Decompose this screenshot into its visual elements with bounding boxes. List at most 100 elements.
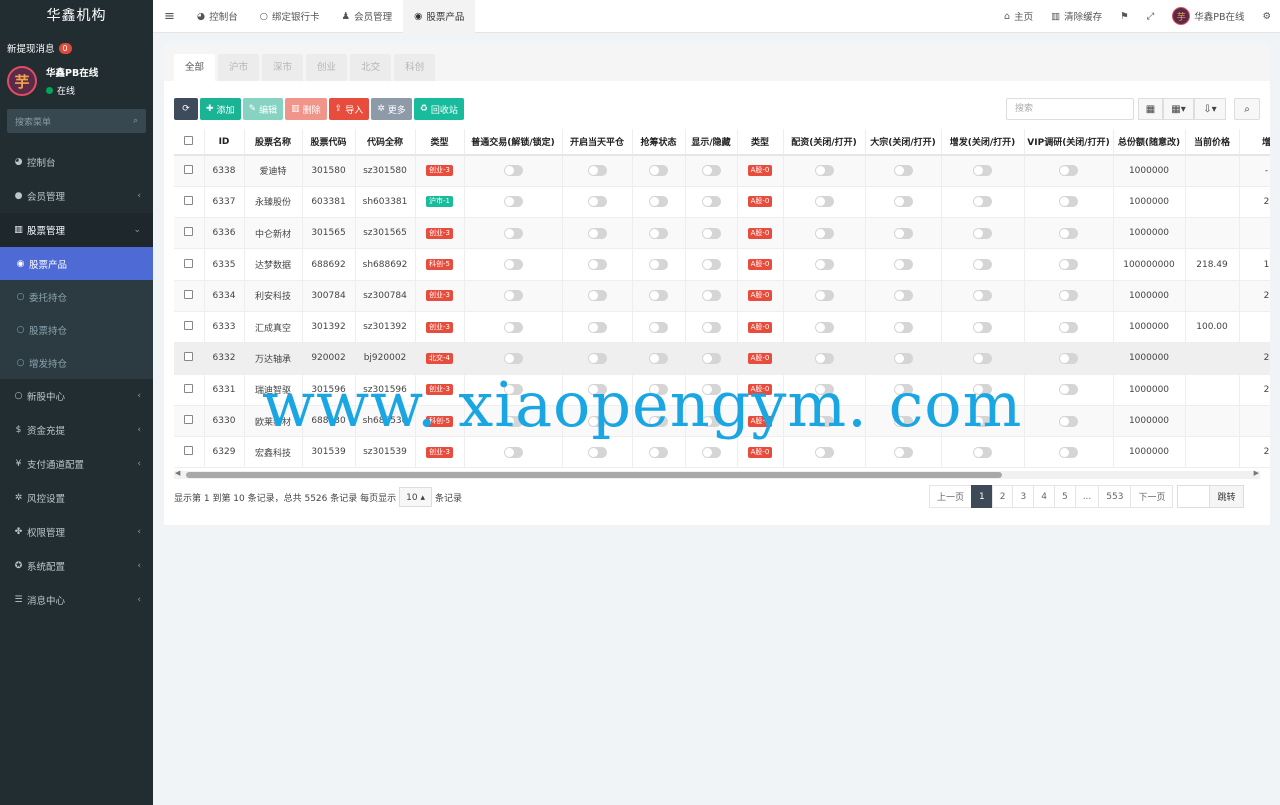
toggle-margin[interactable] — [814, 227, 834, 239]
clear-cache-button[interactable]: ▥ 清除缓存 — [1042, 0, 1111, 33]
column-header[interactable]: 类型 — [737, 129, 784, 156]
sidebar-item-stock-positions[interactable]: ○ 股票持仓 — [0, 313, 153, 346]
toggle-trade-lock[interactable] — [503, 352, 523, 364]
page-jump-button[interactable]: 跳转 — [1209, 485, 1244, 508]
toggle-margin[interactable] — [814, 259, 834, 271]
toggle-same-day-close[interactable] — [587, 290, 607, 302]
toggle-block-trade[interactable] — [893, 321, 913, 333]
sidebar-item-system-config[interactable]: ✪ 系统配置 ‹ — [0, 549, 153, 583]
table-row[interactable]: 6338 爱迪特 301580 sz301580 创业-3 A股-0 1000000 - — [174, 155, 1270, 187]
toggle-vip-research[interactable] — [1059, 352, 1078, 364]
scrollbar-thumb[interactable] — [186, 472, 1002, 478]
toggle-visibility[interactable] — [701, 446, 721, 458]
sidebar-item-messages[interactable]: ☰ 消息中心 ‹ — [0, 583, 153, 617]
page-button[interactable]: 3 — [1012, 485, 1035, 508]
row-checkbox[interactable] — [174, 374, 205, 406]
toggle-same-day-close[interactable] — [587, 446, 607, 458]
sidebar-item-stock-management[interactable]: ▥ 股票管理 ⌄ — [0, 213, 153, 247]
toggle-trade-lock[interactable] — [503, 165, 523, 177]
page-size-select[interactable]: 10 ▴ — [399, 487, 432, 507]
toggle-vip-research[interactable] — [1059, 227, 1078, 239]
search-button[interactable]: ⌕ — [1234, 98, 1260, 120]
sidebar-item-entrust-positions[interactable]: ○ 委托持仓 — [0, 280, 153, 313]
toggle-rush-status[interactable] — [649, 321, 668, 333]
toggle-vip-research[interactable] — [1059, 196, 1078, 208]
toggle-margin[interactable] — [814, 321, 834, 333]
row-checkbox[interactable] — [174, 186, 205, 219]
sidebar-item-permissions[interactable]: ✤ 权限管理 ‹ — [0, 515, 153, 549]
toggle-block-trade[interactable] — [893, 290, 913, 302]
column-header[interactable]: 显示/隐藏 — [685, 129, 738, 156]
toggle-vip-research[interactable] — [1059, 446, 1078, 458]
toggle-block-trade[interactable] — [893, 446, 913, 458]
sidebar-item-ipo-center[interactable]: ○ 新股中心 ‹ — [0, 379, 153, 413]
toggle-visibility[interactable] — [701, 196, 721, 208]
column-header[interactable]: 普通交易(解锁/锁定) — [464, 129, 563, 156]
table-row[interactable]: 6336 中仑新材 301565 sz301565 创业-3 A股-0 1000000 — [174, 217, 1270, 250]
toggle-placement[interactable] — [973, 165, 992, 177]
toggle-block-trade[interactable] — [893, 196, 913, 208]
toggle-same-day-close[interactable] — [587, 227, 607, 239]
toggle-rush-status[interactable] — [649, 352, 668, 364]
sidebar-item-risk-settings[interactable]: ✲ 风控设置 — [0, 481, 153, 515]
toggle-vip-research[interactable] — [1059, 165, 1078, 177]
column-header[interactable]: 抢筹状态 — [632, 129, 686, 156]
column-header[interactable]: 开启当天平仓 — [562, 129, 633, 156]
row-checkbox[interactable] — [174, 342, 205, 375]
column-header[interactable]: 大宗(关闭/打开) — [865, 129, 942, 156]
row-checkbox[interactable] — [174, 311, 205, 344]
column-header[interactable]: 股票名称 — [244, 129, 303, 156]
column-header[interactable]: 类型 — [415, 129, 465, 156]
tab-bind-bank-card[interactable]: ○ 绑定银行卡 — [249, 0, 331, 33]
home-link[interactable]: ⌂ 主页 — [995, 0, 1042, 33]
tab-beijing[interactable]: 北交 — [350, 54, 392, 81]
column-header[interactable]: 增 — [1239, 129, 1270, 156]
toggle-rush-status[interactable] — [649, 165, 668, 177]
toggle-placement[interactable] — [973, 290, 992, 302]
select-all-checkbox[interactable] — [174, 129, 205, 156]
column-header[interactable]: 股票代码 — [302, 129, 356, 156]
toggle-placement[interactable] — [973, 196, 992, 208]
page-button[interactable]: 5 — [1053, 485, 1076, 508]
toggle-same-day-close[interactable] — [587, 165, 607, 177]
toggle-trade-lock[interactable] — [503, 321, 523, 333]
more-button[interactable]: ✲ 更多 — [371, 98, 412, 120]
column-header[interactable]: 增发(关闭/打开) — [941, 129, 1025, 156]
user-menu[interactable]: 芋华鑫PB在线 — [1163, 0, 1253, 33]
toggle-block-trade[interactable] — [893, 165, 913, 177]
withdraw-notice[interactable]: 新提现消息 0 — [0, 33, 153, 59]
column-header[interactable]: 当前价格 — [1185, 129, 1240, 156]
toggle-same-day-close[interactable] — [587, 259, 607, 271]
tab-shenzhen[interactable]: 深市 — [262, 54, 304, 81]
tab-stock-products[interactable]: ◉ 股票产品 — [403, 0, 476, 33]
delete-button[interactable]: ▥ 删除 — [285, 98, 327, 120]
tab-all[interactable]: 全部 — [174, 54, 216, 81]
next-page-button[interactable]: 下一页 — [1130, 485, 1174, 508]
table-row[interactable]: 6335 达梦数据 688692 sh688692 科创-5 A股-0 100000000 2… — [174, 248, 1270, 281]
sidebar-item-payment-channels[interactable]: ¥ 支付通道配置 ‹ — [0, 447, 153, 481]
page-button[interactable]: 4 — [1033, 485, 1055, 508]
column-header[interactable]: ID — [204, 129, 245, 156]
toggle-block-trade[interactable] — [893, 259, 913, 271]
row-checkbox[interactable] — [174, 436, 205, 469]
row-checkbox[interactable] — [174, 405, 205, 438]
toggle-trade-lock[interactable] — [503, 259, 523, 271]
table-search-input[interactable]: 搜索 — [1006, 98, 1134, 120]
tab-chinext[interactable]: 创业 — [306, 54, 348, 81]
search-icon[interactable]: ⌕ — [133, 116, 138, 126]
table-row[interactable]: 6333 汇成真空 301392 sz301392 创业-3 A股-0 1000000 100… — [174, 311, 1270, 344]
toggle-view-icon[interactable]: ▦ — [1138, 98, 1163, 120]
column-header[interactable]: VIP调研(关闭/打开) — [1024, 129, 1114, 156]
refresh-button[interactable]: ⟳ — [174, 98, 198, 120]
toggle-margin[interactable] — [814, 352, 834, 364]
scroll-left-icon[interactable]: ◀ — [175, 469, 180, 477]
sidebar-item-funds[interactable]: $ 资金充提 ‹ — [0, 413, 153, 447]
toggle-visibility[interactable] — [701, 227, 721, 239]
toggle-placement[interactable] — [973, 259, 992, 271]
add-button[interactable]: ✚ 添加 — [200, 98, 241, 120]
toggle-rush-status[interactable] — [649, 290, 668, 302]
settings-icon[interactable]: ⚙ — [1253, 0, 1280, 33]
page-jump-input[interactable] — [1177, 485, 1211, 508]
toggle-visibility[interactable] — [701, 290, 721, 302]
export-dropdown-icon[interactable]: ⇩▾ — [1194, 98, 1226, 120]
